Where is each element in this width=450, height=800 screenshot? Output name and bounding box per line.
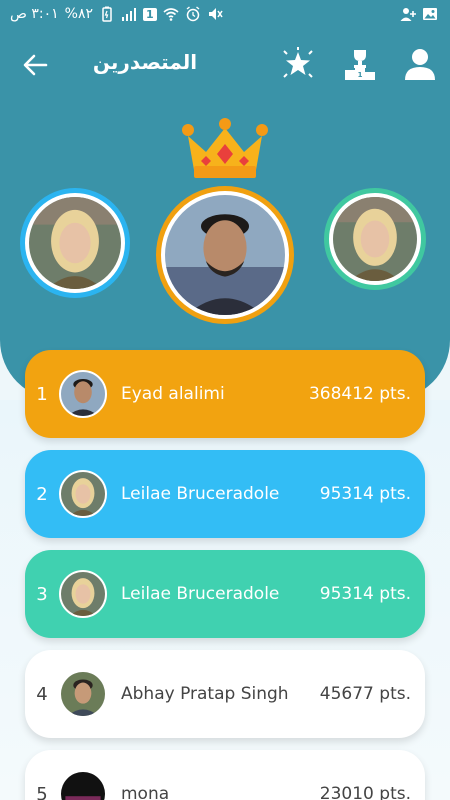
add-person-icon [400, 8, 416, 21]
leaderboard-row[interactable]: 4 Abhay Pratap Singh 45677 pts. [25, 650, 425, 738]
avatar-photo-male [165, 195, 285, 315]
crown-icon [182, 118, 268, 178]
row-rank: 4 [36, 683, 48, 705]
row-points: 368412 pts. [308, 384, 411, 404]
profile-icon[interactable] [402, 46, 438, 82]
row-rank: 5 [36, 783, 48, 800]
alarm-icon [186, 6, 200, 22]
row-avatar [59, 470, 107, 518]
sim-badge: 1 [143, 7, 157, 21]
avatar-photo-female [333, 197, 417, 281]
signal-icon [122, 8, 137, 21]
row-name: Abhay Pratap Singh [121, 684, 289, 704]
row-name: Leilae Bruceradole [121, 584, 280, 604]
page-title: المتصدرين [92, 50, 198, 74]
row-points: 95314 pts. [319, 484, 411, 504]
podium-trophy-icon[interactable]: 1 [342, 46, 378, 82]
app-bar: المتصدرين 1 [0, 40, 450, 90]
row-avatar [59, 770, 107, 800]
row-points: 95314 pts. [319, 584, 411, 604]
row-name: Leilae Bruceradole [121, 484, 280, 504]
status-time: ٣:٠١ ص [10, 6, 59, 22]
sparkle-star-icon[interactable] [280, 46, 316, 82]
row-name: mona [121, 784, 170, 800]
back-arrow-icon[interactable] [20, 50, 50, 80]
status-left: ٣:٠١ ص %٨٢ 1 [10, 6, 223, 22]
row-rank: 1 [36, 383, 48, 405]
row-points: 23010 pts. [319, 784, 411, 800]
second-place-avatar[interactable] [20, 188, 130, 298]
battery-percent: %٨٢ [64, 6, 94, 22]
leaderboard-row[interactable]: 1 Eyad alalimi 368412 pts. [25, 350, 425, 438]
leaderboard-row[interactable]: 5 mona 23010 pts. [25, 750, 425, 800]
status-right [400, 6, 438, 22]
third-place-avatar[interactable] [324, 188, 426, 290]
row-rank: 2 [36, 483, 48, 505]
row-avatar [59, 670, 107, 718]
wifi-icon [163, 8, 179, 21]
row-name: Eyad alalimi [121, 384, 225, 404]
first-place-avatar[interactable] [156, 186, 294, 324]
row-rank: 3 [36, 583, 48, 605]
row-avatar [59, 570, 107, 618]
image-icon [423, 8, 437, 20]
leaderboard-row[interactable]: 3 Leilae Bruceradole 95314 pts. [25, 550, 425, 638]
row-points: 45677 pts. [319, 684, 411, 704]
row-avatar [59, 370, 107, 418]
mute-icon [208, 8, 223, 20]
battery-icon [102, 6, 112, 22]
avatar-photo-female [29, 197, 121, 289]
svg-text:1: 1 [358, 71, 363, 79]
leaderboard-row[interactable]: 2 Leilae Bruceradole 95314 pts. [25, 450, 425, 538]
status-bar: ٣:٠١ ص %٨٢ 1 [0, 0, 450, 32]
